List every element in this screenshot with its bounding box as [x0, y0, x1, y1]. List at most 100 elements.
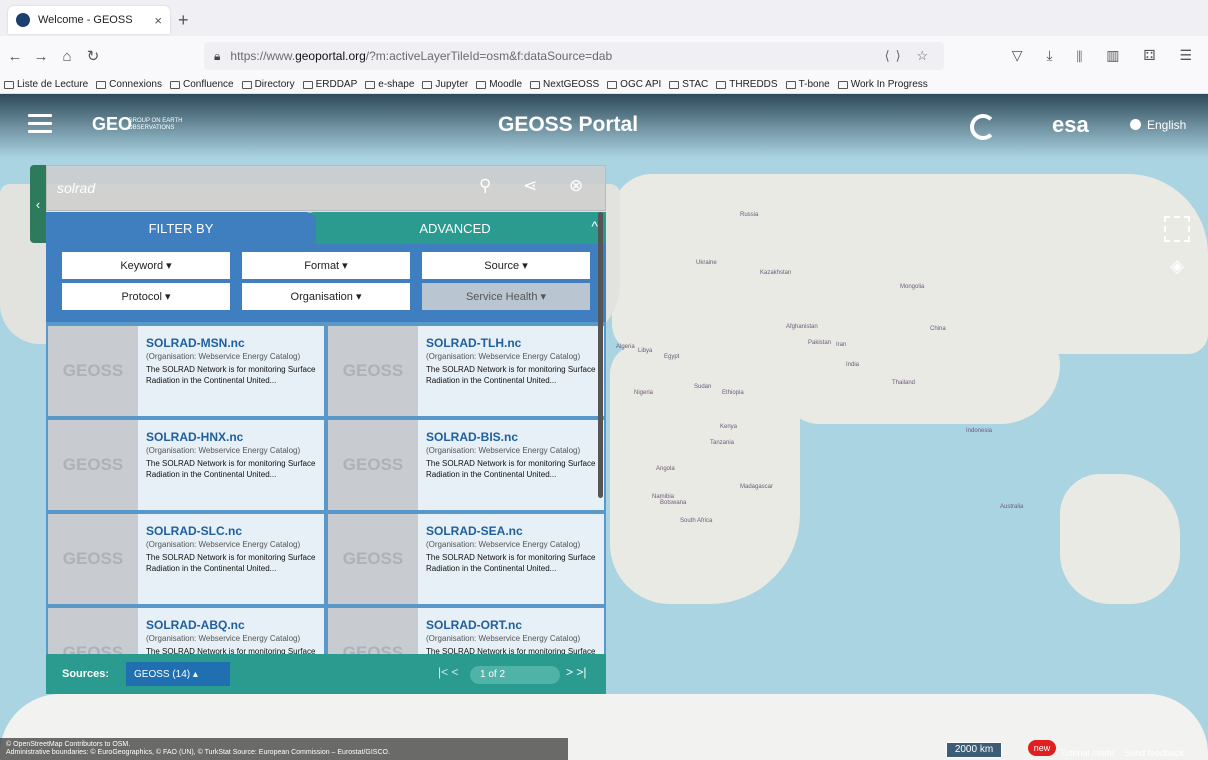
bookmark-item[interactable]: STAC [669, 79, 708, 90]
geoss-favicon-icon [16, 13, 30, 27]
layers-icon[interactable]: ◈ [1164, 256, 1190, 282]
bookmark-item[interactable]: THREDDS [716, 79, 778, 90]
home-icon[interactable]: ⌂ [56, 48, 78, 65]
sources-button[interactable]: GEOSS (14) ▴ [126, 662, 230, 686]
new-badge: new [1028, 740, 1056, 756]
toolbar-icons[interactable]: ▽ ⤓ ⫴ ▥ ⚃ ☰ [1012, 47, 1202, 64]
result-card[interactable]: GEOSS SOLRAD-TLH.nc (Organisation: Webserv… [328, 326, 604, 416]
bookmark-item[interactable]: e-shape [365, 79, 414, 90]
result-title[interactable]: SOLRAD-ORT.nc [426, 618, 522, 632]
australia-land [1060, 474, 1180, 604]
copernicus-logo-icon[interactable] [970, 114, 996, 140]
pager-prev-buttons[interactable]: |< < [438, 665, 458, 679]
map-country-label: China [930, 326, 946, 332]
result-card[interactable]: GEOSS SOLRAD-SLC.nc (Organisation: Webserv… [48, 514, 324, 604]
panel-collapse-button[interactable]: ‹ [30, 165, 46, 243]
map-country-label: Thailand [892, 380, 916, 386]
map-country-label: Afghanistan [786, 324, 818, 330]
globe-icon [1130, 119, 1141, 130]
select-area-icon[interactable] [1164, 216, 1190, 242]
bookmark-label: ERDDAP [315, 79, 358, 90]
bookmark-item[interactable]: Moodle [476, 79, 522, 90]
result-card[interactable]: GEOSS SOLRAD-ORT.nc (Organisation: Webserv… [328, 608, 604, 654]
bookmark-item[interactable]: OGC API [607, 79, 661, 90]
result-card[interactable]: GEOSS SOLRAD-HNX.nc (Organisation: Webserv… [48, 420, 324, 510]
geo-logo[interactable]: GEO [92, 114, 132, 135]
result-card[interactable]: GEOSS SOLRAD-ABQ.nc (Organisation: Webserv… [48, 608, 324, 654]
result-title[interactable]: SOLRAD-BIS.nc [426, 430, 518, 444]
forward-icon[interactable]: → [30, 48, 52, 65]
result-card[interactable]: GEOSS SOLRAD-BIS.nc (Organisation: Webserv… [328, 420, 604, 510]
send-feedback-link[interactable]: Send feedback [1124, 748, 1184, 758]
result-title[interactable]: SOLRAD-TLH.nc [426, 336, 521, 350]
results-footer: Sources: GEOSS (14) ▴ |< < 1 of 2 > >| [46, 654, 606, 694]
folder-icon [302, 80, 313, 89]
back-icon[interactable]: ← [4, 48, 26, 65]
bookmark-item[interactable]: Liste de Lecture [4, 79, 88, 90]
bookmark-item[interactable]: ERDDAP [302, 79, 358, 90]
result-title[interactable]: SOLRAD-HNX.nc [146, 430, 243, 444]
map-country-label: Angola [656, 466, 675, 472]
result-title[interactable]: SOLRAD-MSN.nc [146, 336, 245, 350]
search-icon[interactable]: ⚲ [479, 176, 491, 196]
tutorial-mode-link[interactable]: Tutorial mode [1060, 748, 1115, 758]
result-thumbnail: GEOSS [48, 326, 138, 416]
result-title[interactable]: SOLRAD-SEA.nc [426, 524, 523, 538]
organisation-dropdown[interactable]: Organisation ▾ [242, 283, 410, 310]
attribution-line-1: © OpenStreetMap Contributors to OSM. [6, 741, 131, 748]
chevron-up-icon[interactable]: ^ [591, 218, 598, 234]
map-attribution: © OpenStreetMap Contributors to OSM. Adm… [0, 738, 568, 760]
search-input[interactable] [47, 166, 467, 210]
url-bar[interactable]: 🔒︎ https://www.geoportal.org/?m:activeLa… [204, 42, 944, 70]
geo-logo-subtitle: GROUP ON EARTH OBSERVATIONS [128, 118, 183, 131]
bookmark-item[interactable]: Directory [241, 79, 295, 90]
bookmark-item[interactable]: Jupyter [422, 79, 468, 90]
keyword-dropdown[interactable]: Keyword ▾ [62, 252, 230, 279]
result-card[interactable]: GEOSS SOLRAD-SEA.nc (Organisation: Webserv… [328, 514, 604, 604]
bookmark-item[interactable]: NextGEOSS [530, 79, 599, 90]
bookmark-label: OGC API [620, 79, 662, 90]
esa-logo[interactable]: esa [1052, 112, 1089, 138]
service-health-dropdown[interactable]: Service Health ▾ [422, 283, 590, 310]
clear-search-icon[interactable]: ⊗ [569, 176, 583, 196]
format-dropdown[interactable]: Format ▾ [242, 252, 410, 279]
results-scrollbar[interactable] [598, 212, 603, 498]
map-country-label: Sudan [694, 384, 712, 390]
page-indicator[interactable]: 1 of 2 [470, 666, 560, 684]
result-thumbnail: GEOSS [328, 326, 418, 416]
share-icon[interactable]: ⋖ [523, 176, 537, 196]
map-country-label: Kenya [720, 424, 738, 430]
search-bar: ⚲ ⋖ ⊗ [46, 165, 606, 211]
bookmark-item[interactable]: Work In Progress [837, 79, 928, 90]
bookmark-label: T-bone [798, 79, 830, 90]
bookmark-item[interactable]: Connexions [96, 79, 162, 90]
folder-icon [837, 80, 848, 89]
bookmark-item[interactable]: T-bone [785, 79, 830, 90]
chevron-left-icon: ‹ [35, 196, 41, 212]
browser-tab[interactable]: Welcome - GEOSS × [8, 6, 170, 34]
source-dropdown[interactable]: Source ▾ [422, 252, 590, 279]
bookmark-label: Moodle [489, 79, 523, 90]
language-selector[interactable]: English [1130, 118, 1186, 132]
tab-close-icon[interactable]: × [154, 13, 162, 28]
reload-icon[interactable]: ↻ [82, 47, 104, 65]
result-card[interactable]: GEOSS SOLRAD-MSN.nc (Organisation: Webserv… [48, 326, 324, 416]
bookmark-label: Work In Progress [850, 79, 928, 90]
bookmark-label: Jupyter [435, 79, 469, 90]
result-title[interactable]: SOLRAD-ABQ.nc [146, 618, 245, 632]
tab-advanced[interactable]: ADVANCED ^ [304, 212, 606, 244]
pager-next-buttons[interactable]: > >| [566, 665, 586, 679]
new-tab-button[interactable]: + [178, 10, 189, 31]
result-title[interactable]: SOLRAD-SLC.nc [146, 524, 242, 538]
protocol-dropdown[interactable]: Protocol ▾ [62, 283, 230, 310]
result-organisation: (Organisation: Webservice Energy Catalog… [146, 352, 301, 361]
map-country-label: Tanzania [710, 440, 735, 446]
bookmark-star-icon[interactable]: ⟨⟩ ☆ [885, 48, 934, 64]
bookmark-label: Connexions [109, 79, 162, 90]
menu-hamburger-icon[interactable] [28, 114, 52, 134]
bookmark-label: e-shape [378, 79, 415, 90]
folder-icon [169, 80, 180, 89]
map-country-label: Iran [836, 342, 847, 348]
tab-filter-by[interactable]: FILTER BY [46, 212, 316, 244]
bookmark-item[interactable]: Confluence [169, 79, 234, 90]
